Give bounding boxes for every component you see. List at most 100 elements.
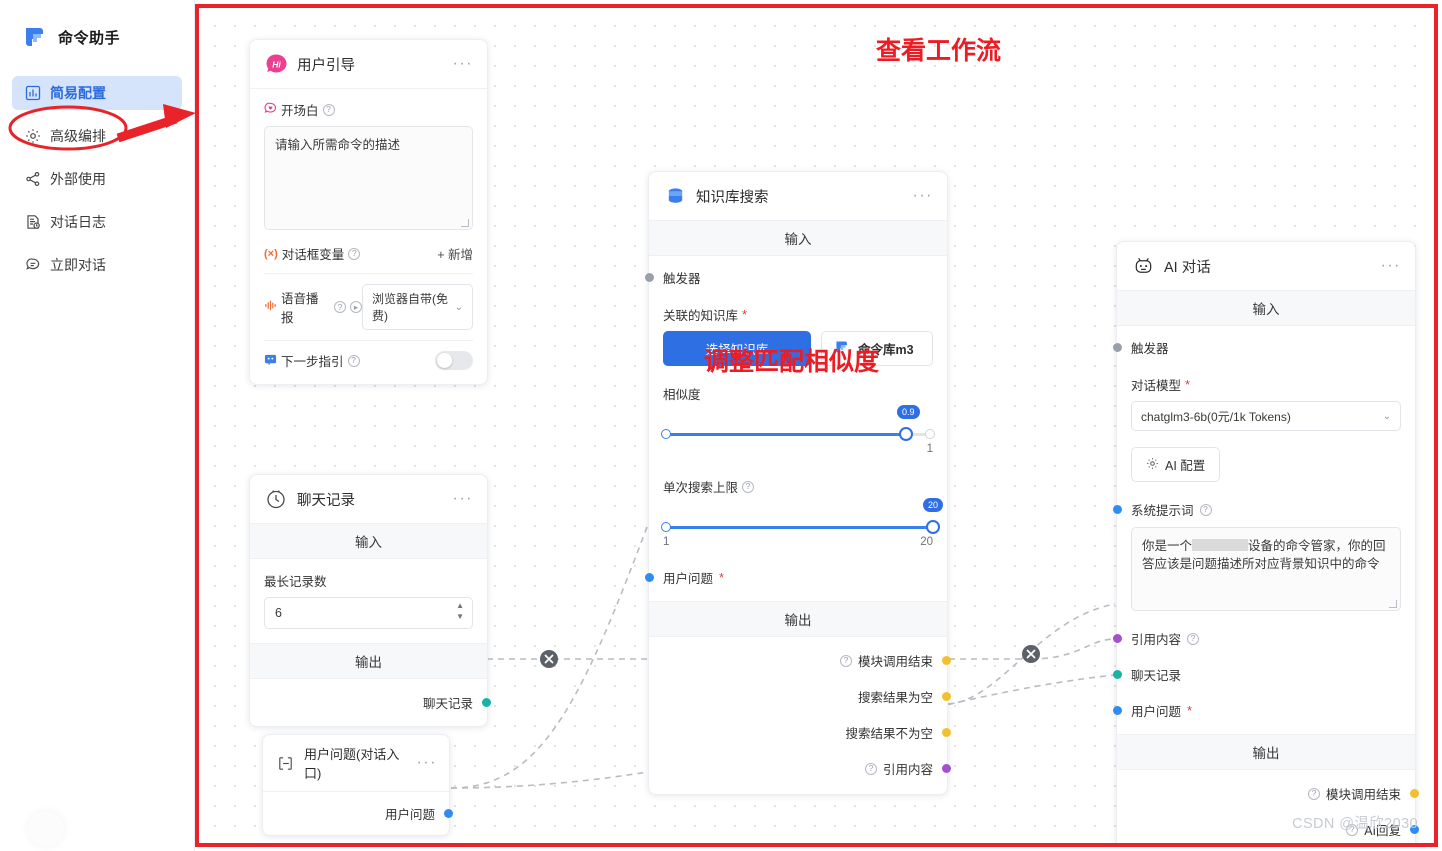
node-user-guide[interactable]: Hi 用户引导 ··· 开场白 ? 请输入所需命令的描述 (×) 对话框变量 ?… — [249, 39, 488, 385]
node-menu-button[interactable]: ··· — [913, 188, 933, 204]
output-section-header: 输出 — [250, 643, 487, 679]
node-body: 开场白 ? 请输入所需命令的描述 (×) 对话框变量 ? + 新增 语音播报 ?… — [250, 88, 487, 384]
node-title: 聊天记录 — [297, 492, 355, 509]
help-icon[interactable]: ? — [1307, 787, 1320, 800]
system-prompt-port[interactable] — [1113, 505, 1122, 514]
input-port-purple[interactable] — [1113, 634, 1122, 643]
input-row-chat-history[interactable]: 聊天记录 — [1113, 665, 1401, 684]
output-row[interactable]: ? 模块调用结束 — [1131, 784, 1419, 803]
output-row[interactable]: ? 引用内容 — [663, 759, 951, 778]
input-row-reference[interactable]: 引用内容 ? — [1113, 629, 1401, 648]
help-icon[interactable]: ? — [1199, 503, 1212, 516]
sidebar-item-label: 对话日志 — [50, 214, 106, 230]
output-row[interactable]: 用户问题 — [277, 804, 453, 823]
help-icon[interactable]: ? — [348, 247, 361, 260]
stepper-down-icon[interactable]: ▼ — [456, 613, 464, 621]
node-knowledge-base-search[interactable]: 知识库搜索 ··· 输入 触发器 关联的知识库 * 选择知识库 命令库m3 相似… — [645, 171, 951, 795]
slider-handle[interactable] — [899, 427, 913, 441]
required-asterisk: * — [742, 307, 748, 322]
search-limit-slider[interactable]: 20 1 20 — [661, 498, 943, 548]
next-step-label-row: 下一步指引 ? — [264, 351, 360, 370]
output-row[interactable]: 聊天记录 — [264, 693, 491, 712]
node-title: 知识库搜索 — [696, 189, 769, 206]
trigger-input-row[interactable]: 触发器 — [645, 268, 933, 287]
opening-line-textarea[interactable]: 请输入所需命令的描述 — [264, 126, 473, 230]
chevron-down-icon: ⌄ — [1382, 410, 1391, 422]
output-port-blue[interactable] — [444, 809, 453, 818]
output-label: 模块调用结束 — [1325, 788, 1401, 802]
output-label: 引用内容 — [882, 763, 933, 777]
output-port-yellow[interactable] — [942, 692, 951, 701]
next-step-toggle[interactable] — [435, 351, 473, 370]
resize-grip-icon[interactable] — [461, 219, 469, 227]
sidebar-item-chat-now[interactable]: 立即对话 — [12, 248, 182, 282]
sidebar-floating-button[interactable] — [28, 811, 64, 847]
play-icon[interactable]: ▸ — [349, 301, 362, 313]
sidebar-item-advanced-orchestration[interactable]: 高级编排 — [12, 119, 182, 153]
kb-field-label-row: 关联的知识库 * — [663, 305, 933, 324]
help-icon[interactable]: ? — [322, 103, 335, 116]
output-row[interactable]: 搜索结果不为空 — [663, 723, 951, 742]
node-header: Hi 用户引导 ··· — [250, 40, 487, 88]
node-user-question-entry[interactable]: 用户问题(对话入口) ··· 用户问题 — [262, 734, 453, 836]
help-icon[interactable]: ? — [347, 354, 360, 367]
system-prompt-label-row[interactable]: 系统提示词 ? — [1113, 500, 1401, 519]
trigger-input-row[interactable]: 触发器 — [1113, 338, 1401, 357]
stepper-arrows[interactable]: ▲ ▼ — [456, 602, 464, 621]
help-icon[interactable]: ? — [742, 480, 755, 493]
chat-icon — [24, 257, 41, 274]
user-question-port[interactable] — [645, 573, 654, 582]
node-menu-button[interactable]: ··· — [1381, 258, 1401, 274]
voice-broadcast-row: 语音播报 ? ▸ 浏览器自带(免费) ⌄ — [264, 284, 473, 330]
node-body: 触发器 关联的知识库 * 选择知识库 命令库m3 相似度 0.9 1 单次搜索上… — [645, 256, 947, 601]
hi-badge-icon: Hi — [264, 52, 288, 76]
output-row[interactable]: 搜索结果为空 — [663, 687, 951, 706]
help-icon[interactable]: ? — [839, 654, 852, 667]
output-port-yellow[interactable] — [942, 656, 951, 665]
sidebar-nav: 简易配置 高级编排 外部使用 对话日志 立即对话 — [0, 76, 194, 282]
input-port-teal[interactable] — [1113, 670, 1122, 679]
help-icon[interactable]: ? — [333, 301, 346, 313]
stepper-up-icon[interactable]: ▲ — [456, 602, 464, 610]
user-question-input-row[interactable]: 用户问题 * — [645, 568, 933, 587]
add-variable-button[interactable]: + 新增 — [437, 244, 473, 263]
max-records-stepper[interactable]: 6 ▲ ▼ — [264, 597, 473, 629]
sidebar-item-external-use[interactable]: 外部使用 — [12, 162, 182, 196]
output-section-header: 输出 — [1117, 734, 1415, 770]
help-icon[interactable]: ? — [1187, 632, 1200, 645]
similarity-label-row: 相似度 — [663, 384, 933, 403]
resize-grip-icon[interactable] — [1389, 600, 1397, 608]
slider-handle[interactable] — [926, 520, 940, 534]
voice-select[interactable]: 浏览器自带(免费) ⌄ — [361, 284, 473, 330]
input-row-user-question[interactable]: 用户问题 * — [1113, 701, 1401, 720]
similarity-slider[interactable]: 0.9 1 — [661, 405, 935, 455]
node-chat-history[interactable]: 聊天记录 ··· 输入 最长记录数 6 ▲ ▼ 输出 聊天记录 — [249, 474, 491, 727]
node-menu-button[interactable]: ··· — [453, 491, 473, 507]
sidebar-item-dialog-log[interactable]: 对话日志 — [12, 205, 182, 239]
system-prompt-textarea[interactable]: 你是一个 设备的命令管家，你的回答应该是问题描述所对应背景知识中的命令 — [1131, 527, 1401, 611]
workflow-canvas[interactable]: Hi 用户引导 ··· 开场白 ? 请输入所需命令的描述 (×) 对话框变量 ?… — [199, 8, 1434, 843]
node-header: 聊天记录 ··· — [250, 475, 487, 523]
trigger-port[interactable] — [1113, 343, 1122, 352]
slider-fill — [663, 526, 933, 529]
edge-delete-button — [1022, 645, 1040, 663]
output-port-purple[interactable] — [942, 764, 951, 773]
sidebar-item-simple-config[interactable]: 简易配置 — [12, 76, 182, 110]
output-port-yellow[interactable] — [942, 728, 951, 737]
variable-icon: (×) — [264, 247, 278, 260]
max-records-value: 6 — [275, 606, 282, 620]
node-menu-button[interactable]: ··· — [417, 755, 437, 771]
help-icon[interactable]: ? — [864, 762, 877, 775]
output-port-yellow[interactable] — [1410, 789, 1419, 798]
output-label: 模块调用结束 — [857, 655, 933, 669]
output-port-teal[interactable] — [482, 698, 491, 707]
node-ai-chat[interactable]: AI 对话 ··· 输入 触发器 对话模型 * chatglm3-6b(0元/1… — [1113, 241, 1419, 843]
ai-config-button[interactable]: AI 配置 — [1131, 447, 1221, 482]
trigger-port[interactable] — [645, 273, 654, 282]
node-menu-button[interactable]: ··· — [453, 56, 473, 72]
input-port-blue[interactable] — [1113, 706, 1122, 715]
limit-min-tick: 1 — [663, 536, 670, 548]
output-row[interactable]: ? 模块调用结束 — [663, 651, 951, 670]
redacted-block — [1192, 539, 1249, 551]
model-select[interactable]: chatglm3-6b(0元/1k Tokens) ⌄ — [1131, 401, 1401, 431]
